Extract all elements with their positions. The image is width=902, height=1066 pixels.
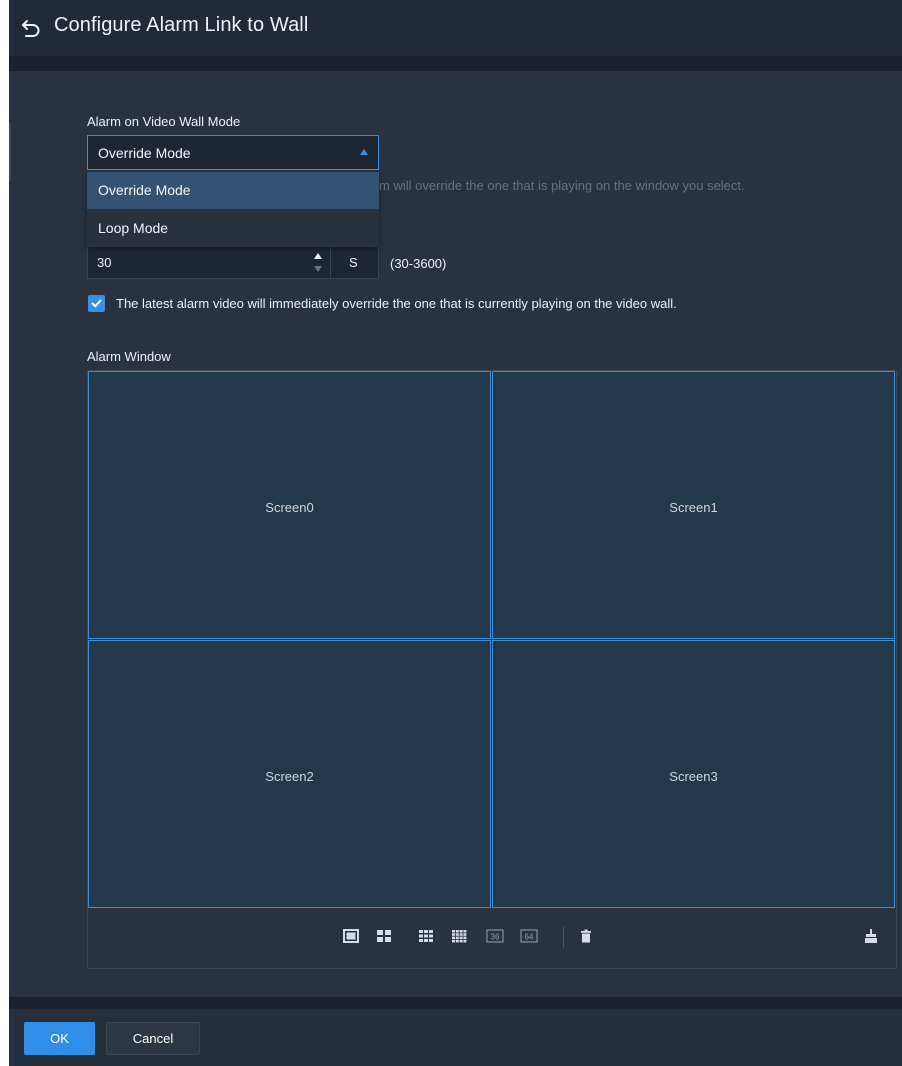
- alarm-window-grid: Screen0 Screen1 Screen2 Screen3 36 64: [87, 370, 897, 969]
- screen-1[interactable]: Screen1: [492, 371, 895, 639]
- header-divider: [9, 57, 902, 71]
- back-icon[interactable]: [20, 16, 42, 40]
- screen-3[interactable]: Screen3: [492, 640, 895, 908]
- decrement-icon[interactable]: [314, 266, 322, 272]
- caret-up-icon: [360, 149, 368, 155]
- nine-split-icon[interactable]: [418, 928, 434, 944]
- screen-label: Screen2: [265, 769, 314, 784]
- unit-divider: [330, 247, 331, 278]
- single-split-icon[interactable]: [343, 928, 359, 944]
- check-icon: [91, 299, 102, 308]
- mode-option-override[interactable]: Override Mode: [87, 172, 379, 209]
- mode-hint-text: m will override the one that is playing …: [379, 178, 745, 193]
- delete-icon[interactable]: [578, 928, 594, 944]
- screen-label: Screen1: [669, 500, 718, 515]
- thirty-six-split-icon[interactable]: 36: [486, 928, 504, 944]
- clear-icon[interactable]: [863, 928, 879, 944]
- override-checkbox[interactable]: [88, 295, 105, 312]
- interval-range: (30-3600): [390, 256, 447, 271]
- screen-2[interactable]: Screen2: [88, 640, 491, 908]
- configure-alarm-link-dialog: Configure Alarm Link to Wall Alarm on Vi…: [9, 0, 902, 1066]
- increment-icon[interactable]: [314, 253, 322, 259]
- screen-label: Screen0: [265, 500, 314, 515]
- sixty-four-split-icon[interactable]: 64: [520, 928, 538, 944]
- svg-text:36: 36: [491, 933, 500, 942]
- mode-label: Alarm on Video Wall Mode: [87, 114, 241, 129]
- mode-select[interactable]: Override Mode: [87, 135, 379, 170]
- four-split-icon[interactable]: [376, 928, 392, 944]
- sixteen-split-icon[interactable]: [451, 928, 467, 944]
- interval-unit: S: [349, 255, 358, 270]
- mode-dropdown-menu: Override Mode Loop Mode: [87, 172, 379, 247]
- override-checkbox-label: The latest alarm video will immediately …: [116, 296, 677, 311]
- mode-option-loop[interactable]: Loop Mode: [87, 210, 379, 247]
- toolbar-divider: [563, 926, 564, 948]
- alarm-window-label: Alarm Window: [87, 349, 171, 364]
- footer-divider: [9, 997, 902, 1009]
- interval-value: 30: [97, 255, 112, 270]
- screen-label: Screen3: [669, 769, 718, 784]
- ok-button[interactable]: OK: [24, 1022, 95, 1055]
- cancel-button[interactable]: Cancel: [106, 1022, 200, 1055]
- interval-input[interactable]: 30 S: [87, 246, 379, 279]
- screen-0[interactable]: Screen0: [88, 371, 491, 639]
- svg-text:64: 64: [525, 933, 534, 942]
- mode-select-value: Override Mode: [98, 145, 191, 161]
- left-accent-bar: [9, 123, 11, 181]
- split-toolbar: 36 64: [88, 911, 896, 968]
- dialog-title: Configure Alarm Link to Wall: [54, 14, 309, 36]
- dialog-header: Configure Alarm Link to Wall: [9, 0, 902, 57]
